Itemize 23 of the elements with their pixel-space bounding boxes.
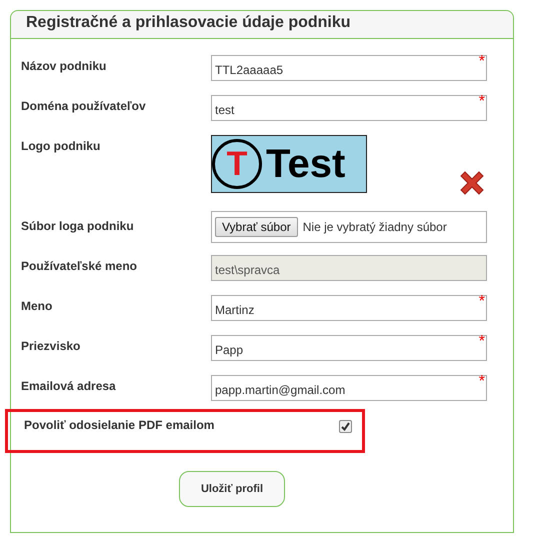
field-label: Meno (21, 298, 54, 313)
field-label: Emailová adresa (21, 378, 117, 393)
field-label: Povoliť odosielanie PDF emailom (24, 417, 216, 432)
logo-text: Test (266, 144, 346, 184)
required-mark: * (478, 54, 485, 70)
required-mark: * (478, 374, 485, 390)
file-field[interactable]: Vybrať súbor Nie je vybratý žiadny súbor (211, 211, 487, 243)
choose-file-button[interactable]: Vybrať súbor (215, 217, 298, 237)
field-label: Doména používateľov (21, 98, 147, 113)
field-label: Priezvisko (21, 338, 82, 353)
required-mark: * (478, 334, 485, 350)
field-label: Názov podniku (21, 58, 108, 73)
field-label: Používateľské meno (21, 258, 138, 273)
panel-title: Registračné a prihlasovacie údaje podniku (26, 14, 351, 31)
required-mark: * (478, 294, 485, 310)
file-status: Nie je vybratý žiadny súbor (302, 220, 447, 234)
field-label: Súbor loga podniku (21, 218, 135, 233)
checkbox[interactable] (339, 420, 352, 433)
save-profile-button[interactable]: Uložiť profil (179, 471, 285, 507)
logo-circle: T (212, 139, 262, 189)
field-label: Logo podniku (21, 138, 102, 153)
required-mark: * (478, 94, 485, 110)
delete-icon[interactable] (459, 171, 485, 195)
